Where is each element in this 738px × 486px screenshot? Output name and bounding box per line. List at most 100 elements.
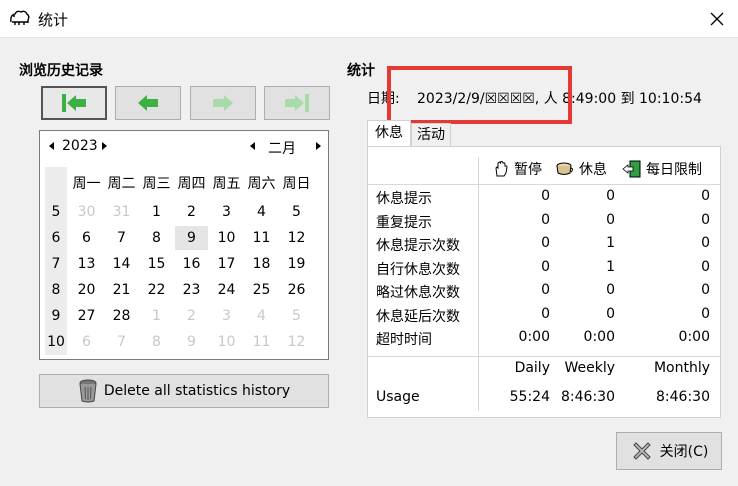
header-rest: 休息 (555, 159, 607, 179)
coffee-cup-icon (556, 162, 573, 175)
calendar-day[interactable]: 31 (105, 200, 138, 224)
stat-row-label: 重复提示 (376, 214, 432, 231)
header-rest-label: 休息 (579, 162, 607, 178)
stat-value: 0 (701, 211, 710, 228)
calendar-day[interactable]: 26 (280, 278, 313, 302)
calendar-day[interactable]: 28 (105, 304, 138, 328)
stat-value: 0 (541, 282, 550, 298)
weekday-header: 周五 (212, 176, 241, 192)
calendar-day[interactable]: 10 (210, 330, 243, 354)
weekday-header: 周四 (177, 176, 206, 192)
stat-row-label: 略过休息次数 (376, 285, 460, 301)
close-button-label: 关闭(C) (659, 444, 709, 460)
stat-value: 0 (606, 211, 615, 228)
calendar-day[interactable]: 23 (175, 278, 208, 302)
window-title: 统计 (38, 11, 69, 29)
trash-can-icon (79, 379, 97, 403)
stat-row-label: 休息提示 (376, 191, 432, 207)
stat-value: 0 (701, 235, 710, 251)
calendar-day[interactable]: 10 (210, 226, 243, 250)
next-month-arrow-icon[interactable] (316, 142, 321, 150)
previous-day-button[interactable] (115, 86, 181, 120)
calendar-day[interactable]: 4 (245, 304, 278, 328)
stat-value: 0 (541, 305, 550, 322)
calendar-day[interactable]: 30 (70, 200, 103, 224)
tab-activity[interactable]: 活动 (411, 123, 451, 147)
calendar-day[interactable]: 2 (175, 304, 208, 328)
calendar-day[interactable]: 4 (245, 200, 278, 224)
calendar-day[interactable]: 11 (245, 330, 278, 354)
calendar-day[interactable]: 5 (280, 200, 313, 224)
stat-row-label: 自行休息次数 (376, 261, 460, 278)
stat-value: 0 (541, 235, 550, 251)
stat-value: 0 (541, 188, 550, 204)
calendar-day[interactable]: 11 (245, 226, 278, 250)
weekday-header: 周三 (142, 176, 171, 192)
header-daily-limit-label: 每日限制 (646, 162, 702, 178)
calendar-day[interactable]: 12 (280, 330, 313, 354)
stat-value: 0:00 (583, 329, 615, 345)
calendar-day[interactable]: 3 (210, 200, 243, 224)
calendar-day[interactable]: 3 (210, 304, 243, 328)
exit-door-icon (622, 160, 641, 178)
calendar-day[interactable]: 17 (210, 252, 243, 276)
close-button[interactable]: 关闭(C) (616, 432, 722, 470)
calendar-day-selected[interactable]: 9 (175, 226, 208, 250)
history-calendar[interactable]: 2023 二月 周一 周二 周三 周四 周五 周六 周日 5 30 31 1 2 3 4 5 6 6 7 8 9 10 1… (39, 130, 329, 360)
calendar-day[interactable]: 8 (140, 330, 173, 354)
header-daily-limit: 每日限制 (622, 159, 702, 179)
stat-value: 0 (701, 305, 710, 322)
stats-section-title: 统计 (347, 63, 375, 79)
close-window-icon[interactable] (706, 8, 728, 30)
stat-value: 0 (701, 258, 710, 275)
calendar-day[interactable]: 19 (280, 252, 313, 276)
header-divider (368, 184, 720, 185)
calendar-day[interactable]: 2 (175, 200, 208, 224)
calendar-day[interactable]: 6 (70, 226, 103, 250)
calendar-day[interactable]: 20 (70, 278, 103, 302)
stat-value: 0 (606, 282, 615, 298)
stat-row-label: 休息提示次数 (376, 238, 460, 254)
usage-monthly-value: 8:46:30 (656, 389, 710, 405)
calendar-day[interactable]: 9 (175, 330, 208, 354)
stat-value: 0 (541, 211, 550, 228)
last-day-button[interactable] (264, 86, 330, 120)
calendar-day[interactable]: 27 (70, 304, 103, 328)
calendar-day[interactable]: 12 (280, 226, 313, 250)
stat-value: 1 (606, 258, 615, 275)
prev-month-arrow-icon[interactable] (250, 142, 255, 150)
calendar-day[interactable]: 24 (210, 278, 243, 302)
weekday-header: 周六 (247, 176, 276, 192)
calendar-day[interactable]: 1 (140, 200, 173, 224)
calendar-day[interactable]: 16 (175, 252, 208, 276)
stat-value: 0 (606, 188, 615, 204)
calendar-day[interactable]: 18 (245, 252, 278, 276)
calendar-day[interactable]: 15 (140, 252, 173, 276)
calendar-day[interactable]: 5 (280, 304, 313, 328)
next-year-arrow-icon[interactable] (102, 142, 107, 150)
header-pause: 暂停 (492, 159, 542, 179)
calendar-day[interactable]: 6 (70, 330, 103, 354)
calendar-day[interactable]: 21 (105, 278, 138, 302)
tab-breaks[interactable]: 休息 (367, 120, 411, 147)
calendar-day[interactable]: 7 (105, 226, 138, 250)
calendar-day[interactable]: 8 (140, 226, 173, 250)
usage-divider (368, 356, 720, 357)
calendar-day[interactable]: 14 (105, 252, 138, 276)
history-section-title: 浏览历史记录 (19, 63, 103, 79)
weekday-header: 周二 (107, 176, 136, 192)
calendar-day[interactable]: 7 (105, 330, 138, 354)
calendar-grid: 周一 周二 周三 周四 周五 周六 周日 5 30 31 1 2 3 4 5 6 6 7 8 9 10 11 12 7 13 14… (45, 167, 323, 355)
calendar-day[interactable]: 25 (245, 278, 278, 302)
delete-history-button[interactable]: Delete all statistics history (39, 374, 329, 408)
first-day-button[interactable] (41, 86, 107, 120)
prev-year-arrow-icon[interactable] (49, 142, 54, 150)
week-number: 7 (51, 256, 61, 272)
calendar-day[interactable]: 22 (140, 278, 173, 302)
go-last-icon (285, 94, 309, 112)
next-day-button[interactable] (190, 86, 256, 120)
week-number: 5 (51, 204, 61, 220)
calendar-header: 2023 二月 (40, 131, 328, 161)
calendar-day[interactable]: 1 (140, 304, 173, 328)
calendar-day[interactable]: 13 (70, 252, 103, 276)
